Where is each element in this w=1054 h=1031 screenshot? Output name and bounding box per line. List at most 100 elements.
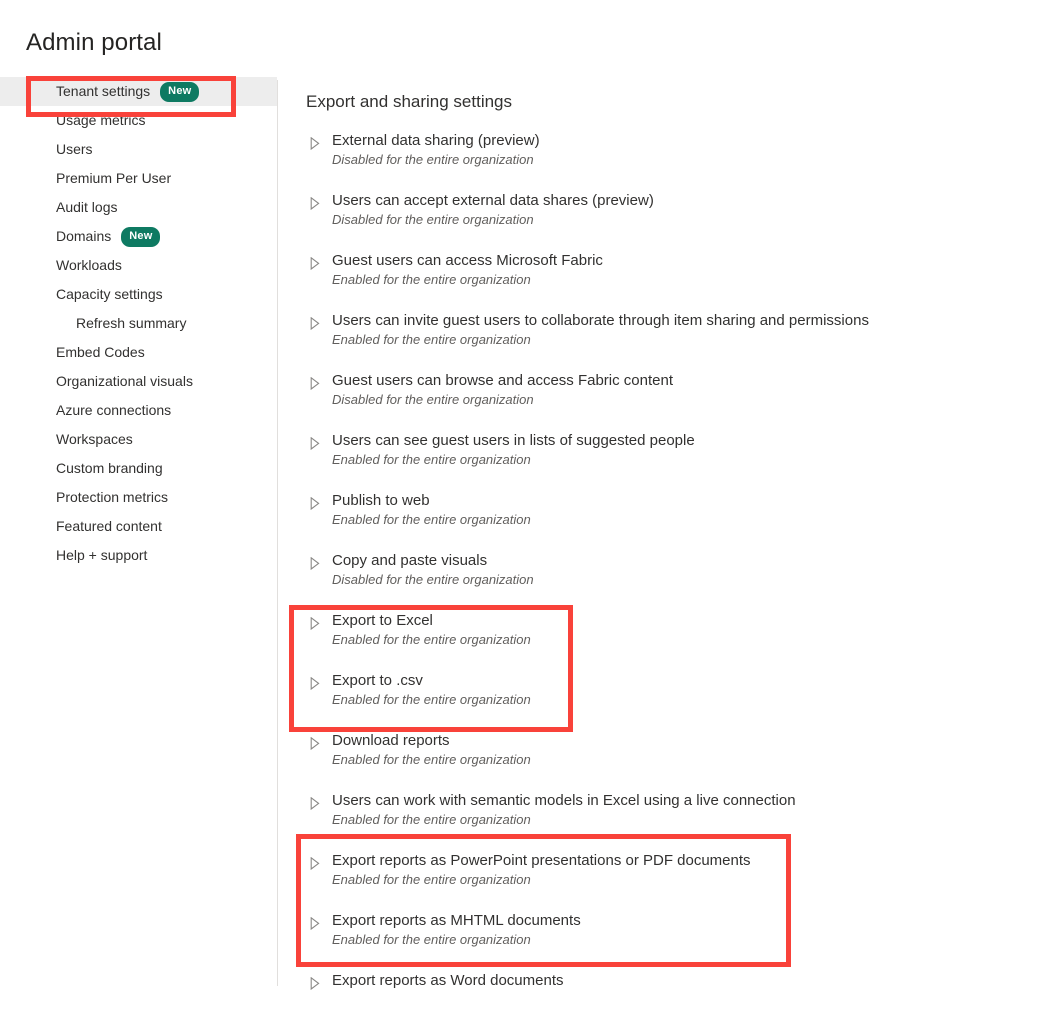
- setting-row[interactable]: Export reports as Word documents: [306, 971, 1046, 1031]
- triangle-right-icon[interactable]: [310, 677, 322, 691]
- sidebar-item-label: Usage metrics: [56, 112, 146, 128]
- sidebar-item-help-support[interactable]: Help + support: [0, 541, 277, 570]
- triangle-right-icon[interactable]: [310, 377, 322, 391]
- setting-row[interactable]: Download reports Enabled for the entire o…: [306, 731, 1046, 791]
- setting-name[interactable]: Publish to web: [332, 491, 1046, 510]
- nav-content-divider: [277, 80, 278, 986]
- triangle-right-icon[interactable]: [310, 857, 322, 871]
- setting-name[interactable]: Export to Excel: [332, 611, 1046, 630]
- sidebar-item-users[interactable]: Users: [0, 135, 277, 164]
- setting-name[interactable]: Export reports as PowerPoint presentatio…: [332, 851, 1046, 870]
- sidebar-item-label: Audit logs: [56, 199, 118, 215]
- setting-status: Enabled for the entire organization: [332, 332, 531, 347]
- setting-row[interactable]: Users can work with semantic models in E…: [306, 791, 1046, 851]
- triangle-right-icon[interactable]: [310, 797, 322, 811]
- triangle-right-icon[interactable]: [310, 197, 322, 211]
- setting-name[interactable]: Export reports as MHTML documents: [332, 911, 1046, 930]
- sidebar-item-label: Protection metrics: [56, 489, 169, 505]
- setting-status: Disabled for the entire organization: [332, 212, 534, 227]
- sidebar-item-label: Custom branding: [56, 460, 163, 476]
- setting-row[interactable]: Publish to web Enabled for the entire org…: [306, 491, 1046, 551]
- setting-row[interactable]: Guest users can browse and access Fabric…: [306, 371, 1046, 431]
- setting-name[interactable]: Guest users can browse and access Fabric…: [332, 371, 1046, 390]
- setting-row[interactable]: Guest users can access Microsoft Fabric E…: [306, 251, 1046, 311]
- sidebar-item-label: Premium Per User: [56, 170, 172, 186]
- setting-status: Enabled for the entire organization: [332, 452, 531, 467]
- setting-status: Enabled for the entire organization: [332, 272, 531, 287]
- sidebar-item-domains[interactable]: Domains New: [0, 222, 277, 251]
- setting-status: Enabled for the entire organization: [332, 752, 531, 767]
- setting-status: Enabled for the entire organization: [332, 632, 531, 647]
- setting-row[interactable]: Export reports as MHTML documents Enabled…: [306, 911, 1046, 971]
- setting-row[interactable]: Export reports as PowerPoint presentatio…: [306, 851, 1046, 911]
- sidebar-item-protection-metrics[interactable]: Protection metrics: [0, 483, 277, 512]
- setting-status: Enabled for the entire organization: [332, 512, 531, 527]
- setting-status: Enabled for the entire organization: [332, 872, 531, 887]
- sidebar-item-workspaces[interactable]: Workspaces: [0, 425, 277, 454]
- sidebar-item-label: Domains: [56, 228, 112, 244]
- sidebar-item-label: Azure connections: [56, 402, 172, 418]
- sidebar-item-audit-logs[interactable]: Audit logs: [0, 193, 277, 222]
- sidebar-item-label: Users: [56, 141, 93, 157]
- setting-status: Enabled for the entire organization: [332, 812, 531, 827]
- triangle-right-icon[interactable]: [310, 617, 322, 631]
- sidebar-item-capacity-settings[interactable]: Capacity settings: [0, 280, 277, 309]
- sidebar-item-label: Workloads: [56, 257, 122, 273]
- sidebar-item-embed-codes[interactable]: Embed Codes: [0, 338, 277, 367]
- triangle-right-icon[interactable]: [310, 257, 322, 271]
- sidebar-item-label: Featured content: [56, 518, 162, 534]
- setting-row[interactable]: Export to Excel Enabled for the entire or…: [306, 611, 1046, 671]
- sidebar-item-tenant-settings[interactable]: Tenant settings New: [0, 77, 277, 106]
- sidebar-item-premium-per-user[interactable]: Premium Per User: [0, 164, 277, 193]
- triangle-right-icon[interactable]: [310, 977, 322, 991]
- setting-name[interactable]: Users can see guest users in lists of su…: [332, 431, 1046, 450]
- sidebar-item-refresh-summary[interactable]: Refresh summary: [0, 309, 277, 338]
- page-title: Admin portal: [26, 29, 162, 56]
- settings-list: External data sharing (preview) Disabled …: [306, 131, 1046, 1031]
- sidebar-item-label: Refresh summary: [76, 315, 187, 331]
- sidebar-item-label: Capacity settings: [56, 286, 163, 302]
- sidebar-item-featured-content[interactable]: Featured content: [0, 512, 277, 541]
- sidebar-item-label: Tenant settings: [56, 83, 151, 99]
- setting-name[interactable]: Export to .csv: [332, 671, 1046, 690]
- section-title: Export and sharing settings: [306, 92, 513, 111]
- setting-name[interactable]: Guest users can access Microsoft Fabric: [332, 251, 1046, 270]
- setting-name[interactable]: Copy and paste visuals: [332, 551, 1046, 570]
- setting-status: Disabled for the entire organization: [332, 152, 534, 167]
- new-badge: New: [160, 81, 200, 102]
- triangle-right-icon[interactable]: [310, 497, 322, 511]
- setting-name[interactable]: Export reports as Word documents: [332, 971, 1046, 990]
- setting-row[interactable]: External data sharing (preview) Disabled …: [306, 131, 1046, 191]
- triangle-right-icon[interactable]: [310, 557, 322, 571]
- triangle-right-icon[interactable]: [310, 737, 322, 751]
- setting-row[interactable]: Users can see guest users in lists of su…: [306, 431, 1046, 491]
- sidebar-item-organizational-visuals[interactable]: Organizational visuals: [0, 367, 277, 396]
- triangle-right-icon[interactable]: [310, 137, 322, 151]
- setting-row[interactable]: Copy and paste visuals Disabled for the e…: [306, 551, 1046, 611]
- sidebar-item-workloads[interactable]: Workloads: [0, 251, 277, 280]
- setting-row[interactable]: Export to .csv Enabled for the entire org…: [306, 671, 1046, 731]
- sidebar-item-label: Embed Codes: [56, 344, 145, 360]
- sidebar-item-label: Organizational visuals: [56, 373, 193, 389]
- sidebar-item-usage-metrics[interactable]: Usage metrics: [0, 106, 277, 135]
- setting-name[interactable]: Users can work with semantic models in E…: [332, 791, 1046, 810]
- main-content: Export and sharing settings External dat…: [306, 92, 1046, 1031]
- setting-status: Enabled for the entire organization: [332, 932, 531, 947]
- setting-name[interactable]: Users can accept external data shares (p…: [332, 191, 1046, 210]
- setting-name[interactable]: Download reports: [332, 731, 1046, 750]
- sidebar-nav: Tenant settings New Usage metrics Users Prem…: [0, 77, 277, 986]
- triangle-right-icon[interactable]: [310, 437, 322, 451]
- setting-row[interactable]: Users can invite guest users to collabor…: [306, 311, 1046, 371]
- new-badge: New: [121, 226, 161, 247]
- setting-status: Disabled for the entire organization: [332, 392, 534, 407]
- sidebar-item-label: Workspaces: [56, 431, 133, 447]
- triangle-right-icon[interactable]: [310, 917, 322, 931]
- triangle-right-icon[interactable]: [310, 317, 322, 331]
- setting-name[interactable]: Users can invite guest users to collabor…: [332, 311, 1046, 330]
- setting-status: Enabled for the entire organization: [332, 692, 531, 707]
- setting-status: Disabled for the entire organization: [332, 572, 534, 587]
- setting-name[interactable]: External data sharing (preview): [332, 131, 1046, 150]
- sidebar-item-custom-branding[interactable]: Custom branding: [0, 454, 277, 483]
- setting-row[interactable]: Users can accept external data shares (p…: [306, 191, 1046, 251]
- sidebar-item-azure-connections[interactable]: Azure connections: [0, 396, 277, 425]
